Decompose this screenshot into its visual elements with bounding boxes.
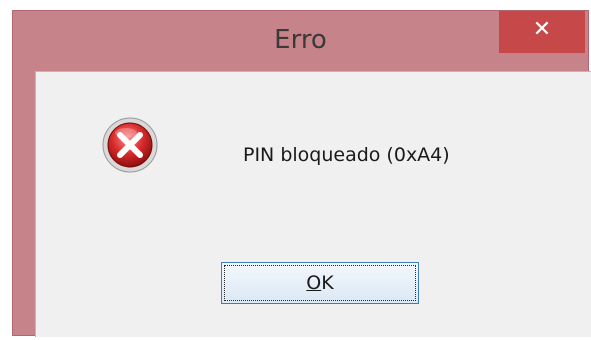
close-button[interactable]: ✕ <box>499 11 585 53</box>
ok-label-rest: K <box>321 272 334 294</box>
ok-mnemonic: O <box>306 272 322 294</box>
error-icon <box>102 117 158 173</box>
title-bar[interactable]: Erro ✕ <box>13 11 588 71</box>
error-dialog: Erro ✕ PIN bloqueado (0xA4) OK <box>12 10 591 337</box>
error-message: PIN bloqueado (0xA4) <box>243 144 450 166</box>
dialog-body: PIN bloqueado (0xA4) OK <box>35 71 591 337</box>
ok-button[interactable]: OK <box>221 262 419 304</box>
ok-button-label: OK <box>306 272 333 294</box>
ok-focus-rect: OK <box>224 265 416 301</box>
close-icon: ✕ <box>532 17 552 42</box>
